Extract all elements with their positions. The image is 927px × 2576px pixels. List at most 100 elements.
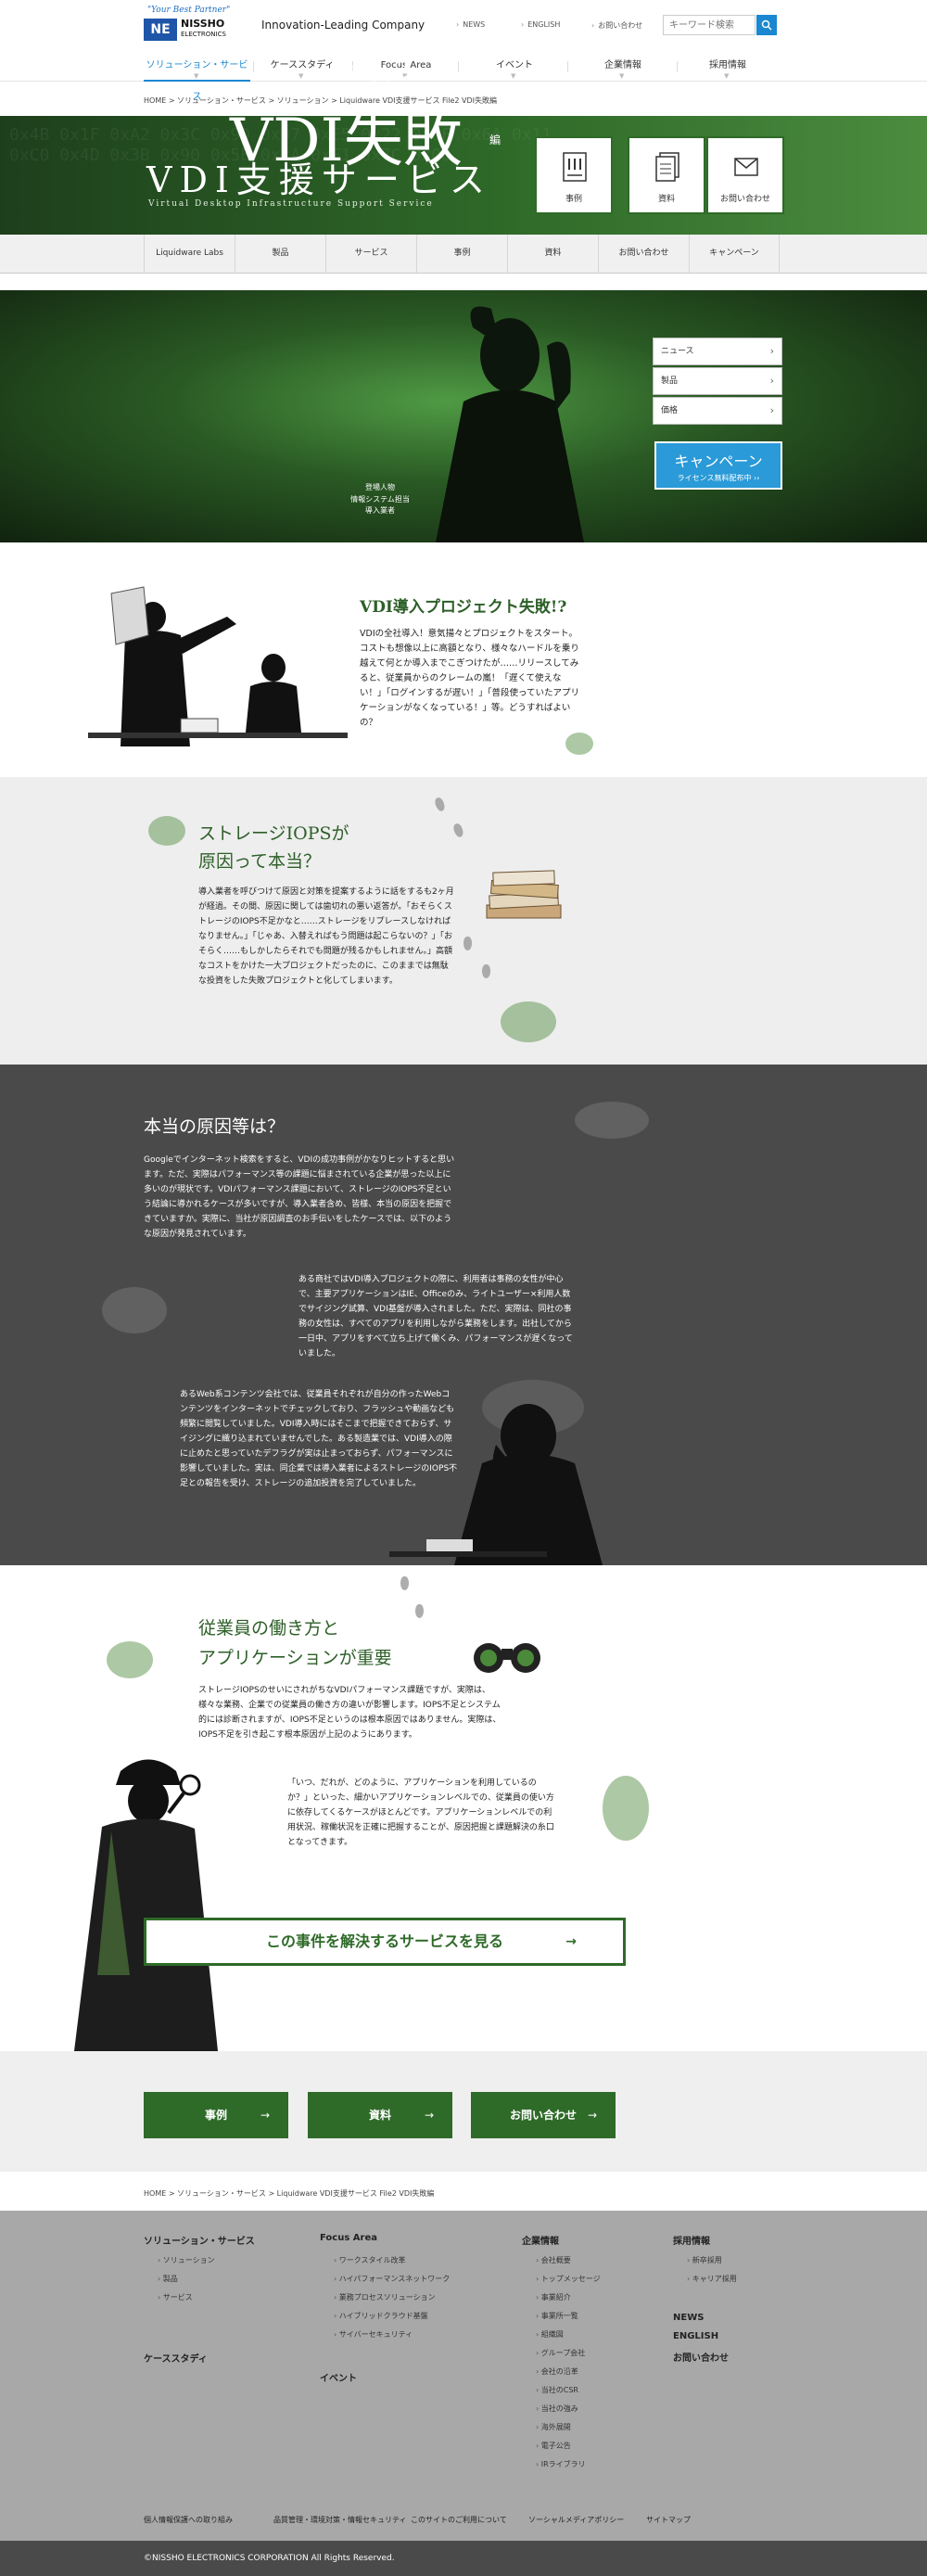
hero-document-button[interactable]: 資料 xyxy=(628,136,705,214)
ink-splatter xyxy=(102,1287,167,1333)
nav-label: イベント xyxy=(496,60,533,70)
footer-bottom-link[interactable]: ソーシャルメディアポリシー xyxy=(528,2515,624,2525)
footer-link[interactable]: IRライブラリ xyxy=(536,2459,586,2469)
hero-contact-button[interactable]: お問い合わせ xyxy=(706,136,784,214)
bottom-contact-button[interactable]: お問い合わせ → xyxy=(471,2092,616,2138)
document-icon xyxy=(655,152,679,182)
footer-link[interactable]: ソリューション xyxy=(158,2255,215,2265)
section3-paragraph: あるWeb系コンテンツ会社では、従業員それぞれが自分の作ったWebコンテンツをイ… xyxy=(180,1390,458,1488)
solve-case-label: この事件を解決するサービスを見る xyxy=(265,1932,503,1950)
section2-title-line2: 原因って本当？ xyxy=(198,851,322,872)
search-input[interactable] xyxy=(663,15,756,35)
footer-link[interactable]: グループ会社 xyxy=(536,2348,586,2358)
section4-quote: 「いつ、だれが、どのように、アプリケーションを利用しているのか？」といった、細か… xyxy=(287,1779,554,1847)
hero-case-button[interactable]: 事例 xyxy=(535,136,613,214)
campaign-button[interactable]: キャンペーン ライセンス無料配布中 ›› xyxy=(654,441,782,490)
footer-link[interactable]: 業務プロセスソリューション xyxy=(334,2292,436,2302)
news-link[interactable]: NEWS xyxy=(456,20,485,29)
footer-heading-careers[interactable]: 採用情報 xyxy=(673,2233,710,2247)
footer-bottom-link[interactable]: 品質管理・環境対策・情報セキュリティ xyxy=(273,2515,407,2525)
logo-name: NISSHO xyxy=(181,18,225,30)
ink-splatter xyxy=(565,733,593,755)
bottom-button-area xyxy=(0,2051,927,2172)
footprint xyxy=(415,1604,424,1618)
subnav-contact[interactable]: お問い合わせ xyxy=(598,235,689,273)
subnav-documents[interactable]: 資料 xyxy=(507,235,598,273)
side-link-price[interactable]: 価格 xyxy=(653,397,782,425)
footer-breadcrumb: HOME > ソリューション・サービス > Liquidware VDI支援サー… xyxy=(144,2189,435,2198)
section2-title-line1: ストレージIOPSが xyxy=(198,823,349,844)
footer-link[interactable]: ハイブリッドクラウド基盤 xyxy=(334,2311,428,2321)
footer-link[interactable]: 新卒採用 xyxy=(687,2255,722,2265)
search-button[interactable] xyxy=(756,15,777,35)
footer-bottom-link[interactable]: このサイトのご利用について xyxy=(411,2515,507,2525)
nav-divider xyxy=(567,61,568,72)
footer-contact-link[interactable]: お問い合わせ xyxy=(673,2350,729,2364)
side-link-products[interactable]: 製品 xyxy=(653,367,782,395)
footer-link[interactable]: 当社の強み xyxy=(536,2404,578,2414)
nav-solutions[interactable]: ソリューション・サービス ▼ xyxy=(144,50,250,102)
subnav-services[interactable]: サービス xyxy=(325,235,416,273)
file-title-suffix: 編 xyxy=(489,134,502,147)
subnav-cases[interactable]: 事例 xyxy=(416,235,507,273)
file-banner xyxy=(0,290,927,542)
subnav-campaign[interactable]: キャンペーン xyxy=(689,235,780,273)
section3-title: 本当の原因等は？ xyxy=(144,1116,286,1137)
side-link-news[interactable]: ニュース xyxy=(653,338,782,365)
footer-link[interactable]: 会社概要 xyxy=(536,2255,571,2265)
solve-case-button[interactable]: この事件を解決するサービスを見る → xyxy=(144,1918,626,1966)
nav-events[interactable]: イベント ▼ xyxy=(468,50,561,82)
footer-bottom-link[interactable]: サイトマップ xyxy=(646,2515,691,2525)
footer-bottom-link[interactable]: 個人情報保護への取り組み xyxy=(144,2515,233,2525)
ink-splatter xyxy=(603,1776,649,1841)
nav-careers[interactable]: 採用情報 ▼ xyxy=(681,50,774,82)
footer-link[interactable]: サービス xyxy=(158,2292,193,2302)
mail-icon xyxy=(734,158,758,176)
footer-news-link[interactable]: NEWS xyxy=(673,2313,704,2323)
button-label: お問い合わせ xyxy=(509,2109,577,2122)
hero-button-label: 資料 xyxy=(657,195,675,204)
logo-name-sub: ELECTRONICS xyxy=(181,31,226,38)
bottom-document-button[interactable]: 資料 → xyxy=(308,2092,452,2138)
bottom-case-button[interactable]: 事例 → xyxy=(144,2092,288,2138)
company-logo[interactable]: "Your Best Partner" NE NISSHO ELECTRONIC… xyxy=(144,6,255,43)
case-icon xyxy=(563,152,587,182)
english-link[interactable]: ENGLISH xyxy=(521,20,560,29)
footer-link[interactable]: ワークスタイル改革 xyxy=(334,2255,406,2265)
footer-link[interactable]: 電子公告 xyxy=(536,2441,571,2451)
footer-link[interactable]: 事業紹介 xyxy=(536,2292,571,2302)
detective-silhouette xyxy=(74,1759,218,2051)
meeting-illustration xyxy=(88,586,348,746)
footer-link[interactable]: トップメッセージ xyxy=(536,2274,601,2284)
footer-heading-case-study[interactable]: ケーススタディ xyxy=(144,2351,208,2365)
footer-link[interactable]: キャリア採用 xyxy=(687,2274,737,2284)
footer-heading-events[interactable]: イベント xyxy=(320,2370,357,2384)
nav-label: ケーススタディ xyxy=(270,60,335,70)
stressed-person-image xyxy=(436,306,584,542)
footer-link[interactable]: ハイパフォーマンスネットワーク xyxy=(334,2274,451,2284)
nav-divider xyxy=(458,61,459,72)
footer-link[interactable]: 会社の沿革 xyxy=(536,2366,578,2377)
footer-link[interactable]: 事業所一覧 xyxy=(536,2311,578,2321)
chevron-down-icon: ▼ xyxy=(724,72,730,80)
arrow-right-icon: → xyxy=(565,1934,577,1949)
chevron-down-icon: ▼ xyxy=(619,72,625,80)
footer-link[interactable]: 当社のCSR xyxy=(536,2385,578,2395)
footer-english-link[interactable]: ENGLISH xyxy=(673,2331,718,2341)
footer-heading-company[interactable]: 企業情報 xyxy=(522,2233,559,2247)
campaign-title: キャンペーン xyxy=(674,453,763,470)
page-subtitle: Virtual Desktop Infrastructure Support S… xyxy=(148,199,434,209)
footer-link[interactable]: サイバーセキュリティ xyxy=(334,2329,413,2340)
nav-company[interactable]: 企業情報 ▼ xyxy=(577,50,669,82)
campaign-subtitle: ライセンス無料配布中 ›› xyxy=(677,474,760,482)
subnav-products[interactable]: 製品 xyxy=(235,235,325,273)
footer-heading-focus-area[interactable]: Focus Area xyxy=(320,2233,377,2243)
main-nav: ソリューション・サービス ▼ ケーススタディ ▼ Focus Area ▼ イベント ▼… xyxy=(0,50,927,102)
file-title: VDI失敗 xyxy=(230,107,463,175)
footer-link[interactable]: 製品 xyxy=(158,2274,178,2284)
subnav-liquidware[interactable]: Liquidware Labs xyxy=(144,235,235,273)
footer-link[interactable]: 海外展開 xyxy=(536,2422,571,2432)
footer-link[interactable]: 組織図 xyxy=(536,2329,564,2340)
contact-link[interactable]: お問い合わせ xyxy=(591,20,642,31)
footer-heading-solutions[interactable]: ソリューション・サービス xyxy=(144,2233,255,2247)
